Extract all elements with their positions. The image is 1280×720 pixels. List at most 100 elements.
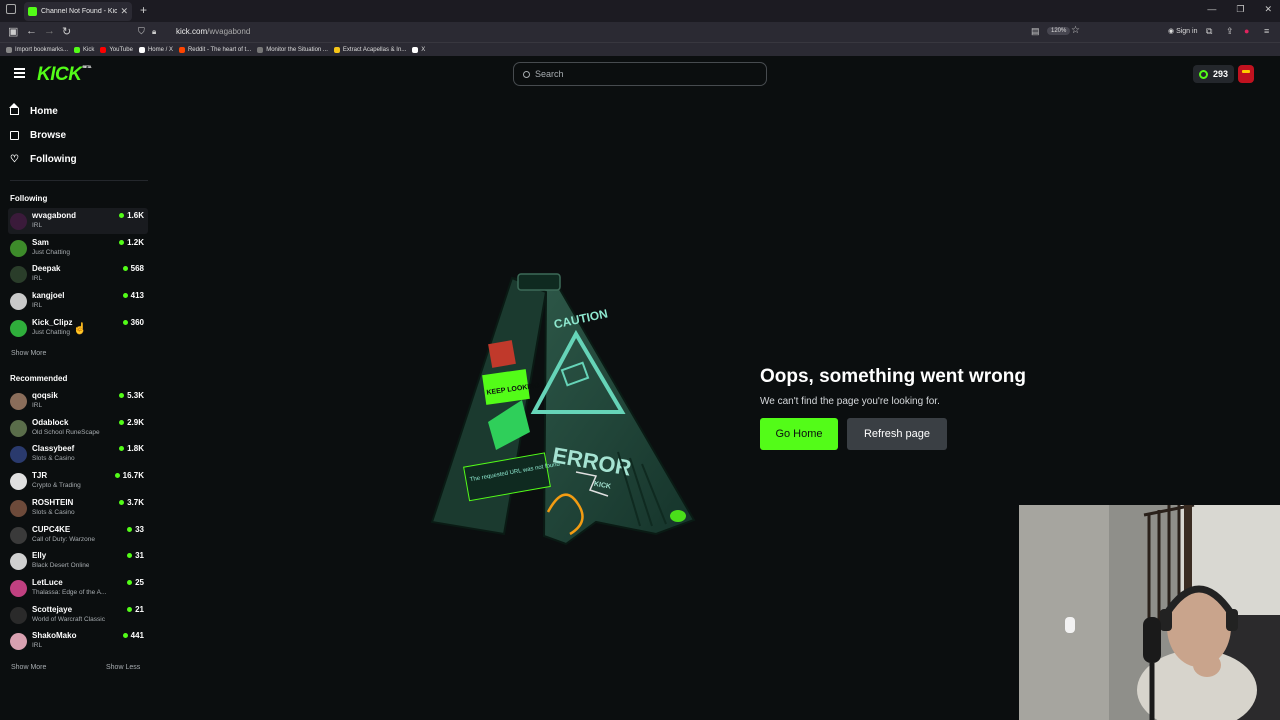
sidebar-channel-classybeef[interactable]: Classybeef Slots & Casino 1.8K: [8, 441, 148, 467]
browser-tab-bar: Channel Not Found - Kick Strea... ✕ + — …: [0, 0, 1280, 22]
new-tab-icon[interactable]: +: [140, 3, 147, 17]
sign-handle: [517, 273, 561, 291]
sidebar-channel-elly[interactable]: Elly Black Desert Online 31: [8, 548, 148, 574]
channel-name: Elly: [32, 551, 47, 561]
kick-points-badge[interactable]: 293: [1193, 65, 1235, 83]
bookmark-favicon-icon: [74, 46, 81, 53]
viewer-count-value: 441: [130, 631, 144, 641]
menu-icon[interactable]: ≡: [1264, 26, 1269, 36]
bookmark-item[interactable]: Kick: [74, 46, 94, 53]
bookmark-star-icon[interactable]: ☆: [1071, 25, 1080, 36]
viewer-count-value: 1.6K: [127, 211, 144, 220]
sidebar-channel-kangjoel[interactable]: kangjoel IRL 413: [8, 288, 148, 314]
live-dot-icon: [114, 473, 120, 479]
close-window-icon[interactable]: ✕: [1264, 4, 1272, 15]
viewer-count: 568: [122, 264, 144, 273]
channel-avatar: [10, 473, 27, 491]
live-dot-icon: [119, 446, 125, 452]
sidebar-channel-cupc4ke[interactable]: CUPC4KE Call of Duty: Warzone 33: [8, 522, 148, 548]
user-avatar[interactable]: [1238, 65, 1254, 83]
sidebar-channel-tjr[interactable]: TJR Crypto & Trading 16.7K: [8, 468, 148, 494]
bookmark-label: Extract Acapellas & In...: [342, 46, 407, 53]
sidebar-channel-wvagabond[interactable]: wvagabond IRL 1.6K: [8, 208, 148, 234]
channel-name: qoqsik: [32, 391, 58, 400]
bookmark-favicon-icon: [178, 46, 185, 53]
sidebar-nav-home[interactable]: Home: [9, 103, 58, 117]
shield-icon[interactable]: ⛉: [138, 26, 145, 37]
sign-in-button[interactable]: ◉ Sign in: [1168, 27, 1197, 35]
minimize-icon[interactable]: —: [1207, 4, 1216, 15]
viewer-count: 25: [127, 578, 144, 587]
points-icon: [1199, 69, 1208, 79]
forward-icon[interactable]: →: [44, 25, 55, 37]
mouse-cursor-icon: ☝: [73, 323, 87, 335]
search-input[interactable]: Search: [513, 62, 767, 86]
bookmark-item[interactable]: YouTube: [100, 46, 133, 53]
sidebar-channel-odablock[interactable]: Odablock Old School RuneScape 2.9K: [8, 415, 148, 441]
url-path: /wvagabond: [207, 27, 251, 36]
browse-icon: [10, 131, 19, 140]
sidebar-channel-shakomako[interactable]: ShakoMako IRL 441: [8, 628, 148, 654]
bookmark-item[interactable]: X: [412, 46, 425, 53]
share-icon[interactable]: ⇪: [1226, 26, 1234, 37]
channel-name: wvagabond: [32, 211, 77, 220]
bookmark-item[interactable]: Home / X: [138, 46, 173, 53]
kick-logo[interactable]: KICKBETA: [37, 64, 92, 86]
nav-label: Following: [30, 154, 77, 165]
bookmark-item[interactable]: Extract Acapellas & In...: [333, 46, 407, 53]
bookmark-item[interactable]: Monitor the Situation ...: [257, 46, 328, 53]
sidebar-nav-following[interactable]: ♡ Following: [10, 154, 77, 165]
address-bar[interactable]: kick.com/wvagabond: [176, 27, 250, 36]
channel-category: Call of Duty: Warzone: [32, 535, 95, 543]
reload-icon[interactable]: ↻: [62, 25, 71, 38]
sidebar-channel-sam[interactable]: Sam Just Chatting 1.2K: [8, 235, 148, 261]
channel-avatar: [10, 419, 27, 437]
tab-list-icon[interactable]: [6, 4, 16, 14]
refresh-page-button[interactable]: Refresh page: [847, 418, 947, 450]
sidebar-channel-qoqsik[interactable]: qoqsik IRL 5.3K: [8, 388, 148, 414]
go-home-button[interactable]: Go Home: [760, 418, 838, 450]
viewer-count-value: 33: [135, 524, 144, 534]
channel-avatar: [10, 446, 27, 464]
lock-icon[interactable]: 🔒︎: [152, 27, 156, 37]
notifications-icon[interactable]: ●: [1244, 26, 1249, 36]
channel-category: World of Warcraft Classic: [32, 615, 105, 623]
bookmark-item[interactable]: Import bookmarks...: [6, 46, 68, 53]
hamburger-menu-icon[interactable]: [14, 68, 25, 78]
channel-avatar: [10, 293, 27, 311]
channel-avatar: [10, 499, 27, 517]
channel-avatar: [10, 606, 27, 624]
restore-icon[interactable]: ❐: [1236, 4, 1244, 15]
sidebar-channel-scottejaye[interactable]: Scottejaye World of Warcraft Classic 21: [8, 602, 148, 628]
show-more-recommended-button[interactable]: Show More: [11, 664, 46, 671]
heart-icon: ♡: [10, 154, 19, 165]
sidebar-channel-roshtein[interactable]: ROSHTEIN Slots & Casino 3.7K: [8, 495, 148, 521]
browser-tab-active[interactable]: Channel Not Found - Kick Strea... ✕: [24, 2, 132, 21]
sidebar-channel-deepak[interactable]: Deepak IRL 568: [8, 261, 148, 287]
sidebar-nav-browse[interactable]: Browse: [10, 130, 66, 141]
bookmark-label: YouTube: [109, 46, 133, 53]
channel-category: IRL: [32, 275, 43, 283]
viewer-count: 3.7K: [119, 498, 144, 507]
zoom-level[interactable]: 120%: [1047, 27, 1071, 35]
show-more-following-button[interactable]: Show More: [11, 350, 46, 357]
close-tab-icon[interactable]: ✕: [120, 6, 128, 17]
back-icon[interactable]: ←: [26, 25, 37, 37]
sidebar-toggle-icon[interactable]: ▣: [8, 25, 18, 38]
bookmark-item[interactable]: Reddit - The heart of t...: [178, 46, 251, 53]
live-dot-icon: [127, 553, 133, 559]
viewer-count-value: 25: [135, 577, 144, 587]
sidebar-channel-letluce[interactable]: LetLuce Thalassa: Edge of the A... 25: [8, 575, 148, 601]
live-dot-icon: [127, 579, 133, 585]
home-icon: [9, 103, 19, 115]
viewer-count: 413: [122, 291, 144, 300]
live-dot-icon: [119, 239, 125, 245]
show-less-recommended-button[interactable]: Show Less: [106, 664, 140, 671]
reader-view-icon[interactable]: ▤: [1031, 26, 1040, 37]
divider: [10, 180, 148, 181]
channel-name: Odablock: [32, 417, 69, 427]
viewer-count: 1.2K: [119, 238, 144, 247]
bookmark-label: Monitor the Situation ...: [266, 46, 328, 53]
viewer-count-value: 1.8K: [127, 444, 144, 454]
extensions-icon[interactable]: ⧉: [1206, 26, 1212, 37]
